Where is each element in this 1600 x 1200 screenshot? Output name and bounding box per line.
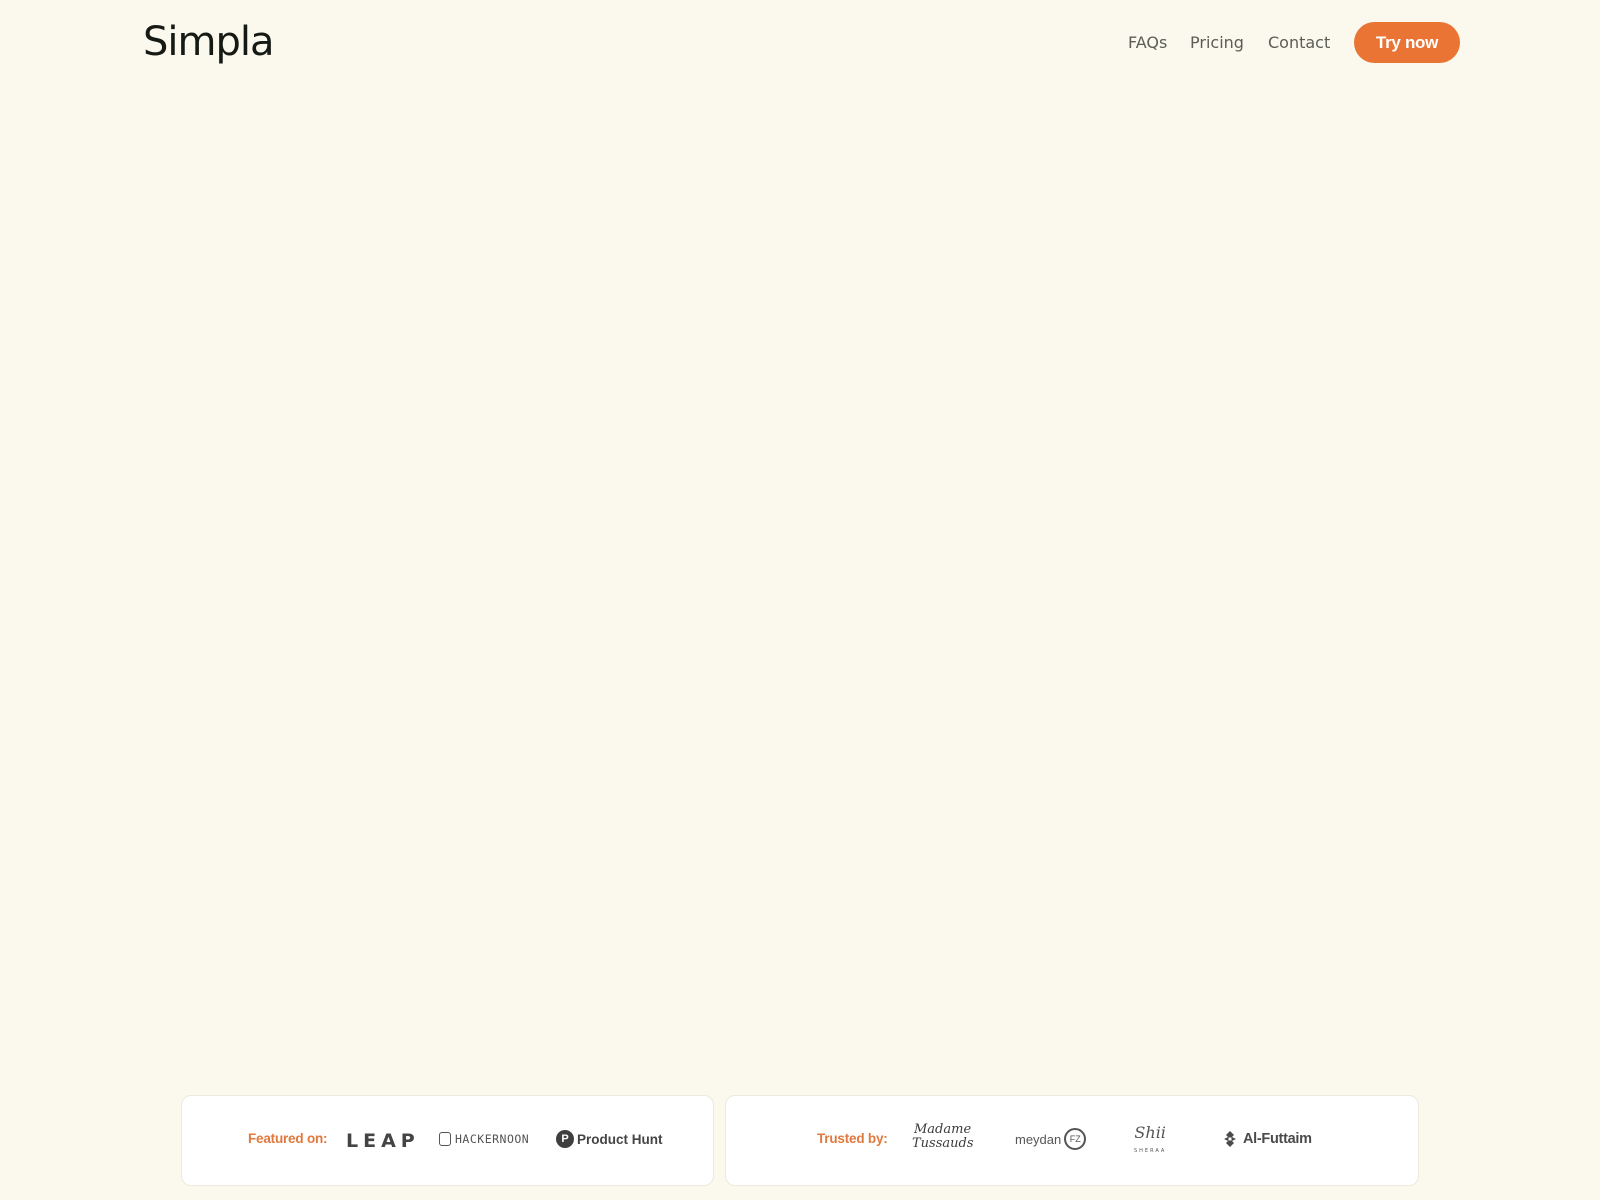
leap-logo: LEAP <box>346 1130 420 1152</box>
fz-circle-icon: FZ <box>1064 1128 1087 1150</box>
madame-tussauds-line2: Tussauds <box>912 1136 974 1151</box>
trusted-by-label: Trusted by: <box>817 1131 888 1146</box>
sheraa-logo: Shii SHERAA <box>1134 1124 1166 1160</box>
nav-pricing-link[interactable]: Pricing <box>1190 31 1244 55</box>
al-futtaim-emblem-icon <box>1221 1130 1239 1148</box>
hackernoon-helmet-icon <box>439 1132 451 1146</box>
sheraa-subtext: SHERAA <box>1134 1148 1167 1154</box>
meydan-fz-logo: meydan FZ <box>1015 1128 1087 1150</box>
meydan-wordmark: meydan <box>1015 1131 1062 1147</box>
product-hunt-logo: P Product Hunt <box>556 1130 663 1148</box>
product-hunt-wordmark: Product Hunt <box>577 1131 663 1147</box>
al-futtaim-logo: Al-Futtaim <box>1221 1130 1312 1148</box>
hackernoon-logo: HACKERNOON <box>439 1132 529 1146</box>
featured-on-label: Featured on: <box>248 1131 328 1146</box>
leap-wordmark: LEAP <box>346 1130 420 1152</box>
hackernoon-wordmark: HACKERNOON <box>455 1132 530 1146</box>
featured-on-card: Featured on: LEAP HACKERNOON P Product H… <box>181 1095 714 1186</box>
madame-tussauds-logo: Madame Tussauds <box>912 1122 974 1151</box>
try-now-button[interactable]: Try now <box>1354 22 1460 63</box>
nav-contact-link[interactable]: Contact <box>1268 31 1330 55</box>
madame-tussauds-line1: Madame <box>914 1122 972 1137</box>
simpla-logo[interactable]: Simpla <box>143 14 274 70</box>
trusted-by-card: Trusted by: Madame Tussauds meydan FZ Sh… <box>725 1095 1419 1186</box>
product-hunt-p-icon: P <box>556 1130 574 1148</box>
nav-faqs-link[interactable]: FAQs <box>1128 31 1167 55</box>
sheraa-calligraphy: Shii <box>1134 1123 1166 1142</box>
site-header: Simpla FAQs Pricing Contact Try now <box>0 0 1600 86</box>
hero-section <box>0 86 1600 1076</box>
al-futtaim-wordmark: Al-Futtaim <box>1243 1131 1312 1147</box>
